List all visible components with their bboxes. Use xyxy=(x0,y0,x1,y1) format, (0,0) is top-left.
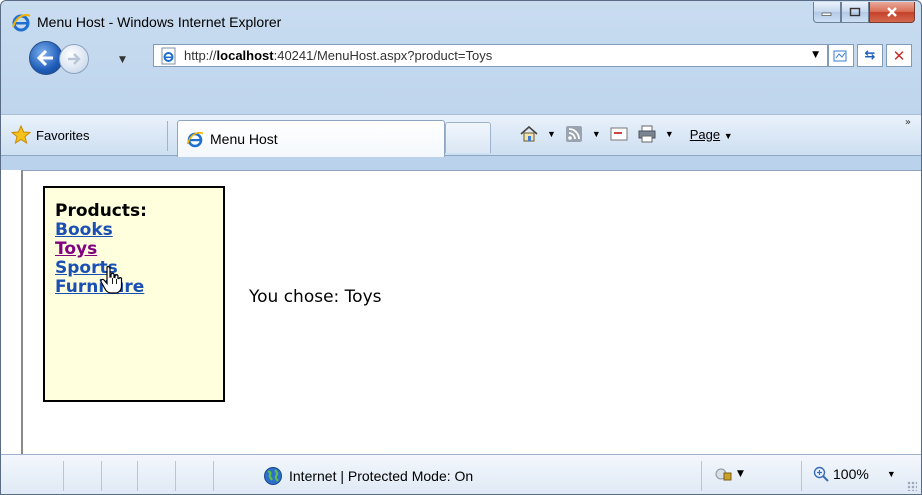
menu-title: Products: xyxy=(55,201,147,221)
ie-logo-icon xyxy=(12,14,31,32)
print-icon[interactable] xyxy=(637,124,657,144)
add-ons-status[interactable]: ▼ xyxy=(715,466,744,482)
compatibility-icon xyxy=(833,50,847,61)
hand-cursor-icon xyxy=(100,266,123,294)
back-button[interactable] xyxy=(29,41,63,75)
minimize-button[interactable] xyxy=(813,2,841,23)
refresh-icon: ⇆ xyxy=(864,48,876,63)
minimize-icon xyxy=(821,12,832,16)
page-ie-icon xyxy=(161,47,176,64)
stop-icon: ✕ xyxy=(892,46,906,65)
url-text: http://localhost:40241/MenuHost.aspx?pro… xyxy=(184,48,493,63)
status-bar: Internet | Protected Mode: On ▼ 100% ▼ xyxy=(1,454,921,494)
compatibility-view-button[interactable] xyxy=(828,44,854,67)
tab-menu-host[interactable]: Menu Host xyxy=(177,120,445,157)
close-button[interactable] xyxy=(869,2,915,23)
stop-button[interactable]: ✕ xyxy=(886,44,912,67)
maximize-button[interactable] xyxy=(841,2,869,23)
status-separator xyxy=(137,461,138,491)
page-menu[interactable]: Page ▼ xyxy=(690,127,733,142)
tab-label: Menu Host xyxy=(210,131,278,147)
more-commands-chevron-icon[interactable]: » xyxy=(905,117,911,128)
address-field[interactable]: http://localhost:40241/MenuHost.aspx?pro… xyxy=(153,44,828,67)
lock-gear-icon xyxy=(715,468,732,481)
print-dropdown[interactable]: ▼ xyxy=(665,129,674,139)
chosen-product-text: You chose: Toys xyxy=(249,287,382,307)
address-dropdown[interactable]: ▼ xyxy=(812,50,819,60)
refresh-button[interactable]: ⇆ xyxy=(857,44,883,67)
window-title: Menu Host - Windows Internet Explorer xyxy=(37,14,282,30)
zoom-level: 100% xyxy=(833,466,869,482)
favorites-label: Favorites xyxy=(36,127,90,143)
zoom-icon xyxy=(813,466,829,482)
menu-link-sports[interactable]: Sports xyxy=(55,259,213,278)
feeds-icon[interactable] xyxy=(564,124,584,144)
feeds-dropdown[interactable]: ▼ xyxy=(592,129,601,139)
status-separator xyxy=(801,461,802,491)
arrow-right-icon xyxy=(68,53,81,65)
zone-label: Internet | Protected Mode: On xyxy=(289,468,474,484)
content-left-border xyxy=(1,170,23,454)
status-separator xyxy=(63,461,64,491)
home-icon[interactable] xyxy=(519,124,539,144)
home-dropdown[interactable]: ▼ xyxy=(547,129,556,139)
menu-link-furniture[interactable]: Furniture xyxy=(55,278,213,297)
status-separator xyxy=(175,461,176,491)
maximize-icon xyxy=(849,7,861,17)
globe-icon xyxy=(264,467,282,485)
star-icon xyxy=(11,125,31,145)
caption-buttons xyxy=(813,2,915,24)
chevron-down-icon: ▼ xyxy=(737,469,744,479)
recent-pages-dropdown[interactable]: ▼ xyxy=(119,55,126,65)
chevron-down-icon: ▼ xyxy=(723,130,733,141)
command-bar: Favorites Menu Host ▼ ▼ ▼ Page ▼ » xyxy=(1,114,921,157)
ie-window: Menu Host - Windows Internet Explorer ▼ xyxy=(0,0,922,495)
navigation-bar: ▼ http://localhost:40241/MenuHost.aspx?p… xyxy=(1,37,921,75)
toolbar-tools: ▼ ▼ ▼ Page ▼ xyxy=(519,124,733,144)
status-separator xyxy=(213,461,214,491)
security-zone[interactable]: Internet | Protected Mode: On xyxy=(263,466,473,486)
forward-button[interactable] xyxy=(59,44,89,74)
menu-link-books[interactable]: Books xyxy=(55,221,213,240)
zoom-control[interactable]: 100% ▼ xyxy=(813,466,896,482)
separator xyxy=(167,121,168,151)
new-tab-button[interactable] xyxy=(445,122,491,153)
menu-link-toys[interactable]: Toys xyxy=(55,240,213,259)
resize-grip[interactable] xyxy=(907,481,917,491)
status-separator xyxy=(701,461,702,491)
chevron-down-icon: ▼ xyxy=(886,469,896,479)
read-mail-icon[interactable] xyxy=(609,124,629,144)
arrow-left-icon xyxy=(37,50,53,66)
status-separator xyxy=(101,461,102,491)
favorites-button[interactable]: Favorites xyxy=(11,125,89,145)
ie-tab-icon xyxy=(186,132,204,148)
close-icon xyxy=(887,7,897,17)
products-menu: Products: Books Toys Sports Furniture xyxy=(43,186,225,402)
